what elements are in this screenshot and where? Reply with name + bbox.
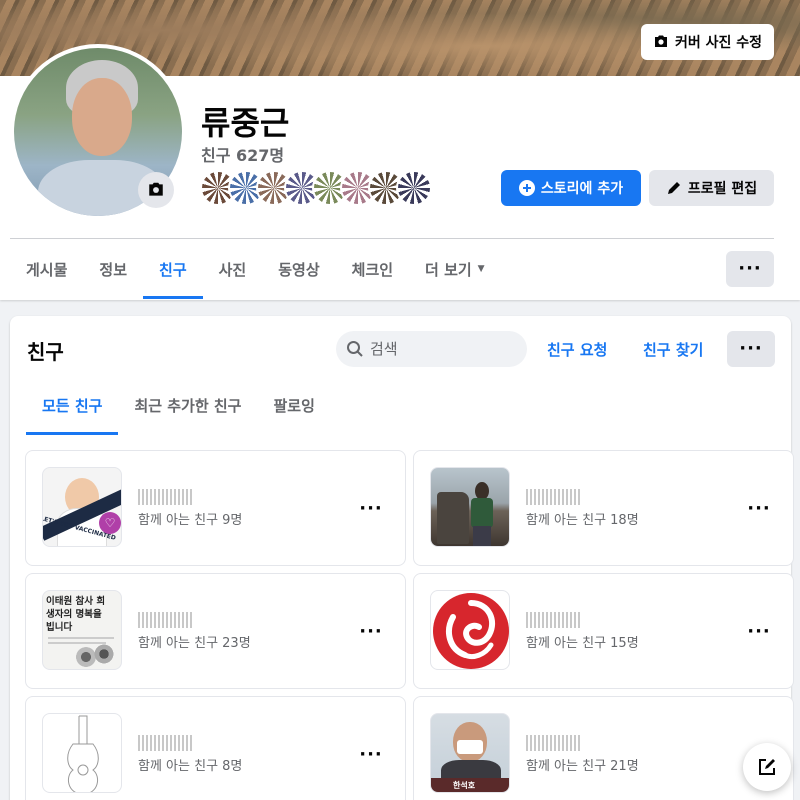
new-message-button[interactable]: [743, 743, 791, 791]
friend-name-redacted[interactable]: [138, 735, 192, 751]
compose-icon: [759, 759, 775, 775]
friends-more-button[interactable]: ···: [727, 331, 775, 367]
friends-search-input[interactable]: [370, 340, 510, 358]
tab-checkins[interactable]: 체크인: [336, 239, 409, 299]
more-dots-icon: ···: [747, 621, 771, 642]
mutual-friends-count[interactable]: 함께 아는 친구 8명: [138, 755, 242, 774]
plus-circle-icon: [518, 180, 535, 196]
mutual-friends-count[interactable]: 함께 아는 친구 21명: [526, 755, 639, 774]
memorial-text: 이태원 참사 희생자의 명복을 빕니다: [46, 596, 106, 633]
more-dots-icon: ···: [359, 498, 383, 519]
friend-options-button[interactable]: ···: [745, 495, 773, 523]
friend-avatars-strip[interactable]: [200, 170, 432, 206]
friend-name-redacted[interactable]: [138, 612, 192, 628]
add-story-button[interactable]: 스토리에 추가: [501, 170, 641, 206]
profile-more-options-button[interactable]: ···: [726, 251, 774, 287]
friend-options-button[interactable]: ···: [357, 495, 385, 523]
friends-subtabs: 모든 친구 최근 추가한 친구 팔로잉: [26, 376, 331, 435]
tab-photos[interactable]: 사진: [203, 239, 263, 299]
friend-name-redacted[interactable]: [138, 489, 192, 505]
subtab-recently-added[interactable]: 최근 추가한 친구: [118, 376, 257, 435]
edit-cover-button[interactable]: 커버 사진 수정: [640, 24, 774, 60]
friend-photo[interactable]: 한석호: [430, 713, 510, 793]
tab-about[interactable]: 정보: [83, 239, 143, 299]
friend-card[interactable]: 이태원 참사 희생자의 명복을 빕니다 함께 아는 친구 23명 ···: [25, 573, 406, 689]
more-dots-icon: ···: [738, 258, 762, 279]
more-dots-icon: ···: [747, 498, 771, 519]
friend-name-redacted[interactable]: [526, 612, 580, 628]
friend-photo[interactable]: 이태원 참사 희생자의 명복을 빕니다: [42, 590, 122, 670]
tab-more[interactable]: 더 보기 ▼: [409, 239, 501, 299]
mutual-friends-count[interactable]: 함께 아는 친구 23명: [138, 632, 251, 651]
profile-tabs: 게시물 정보 친구 사진 동영상 체크인 더 보기 ▼: [10, 239, 501, 299]
more-dots-icon: ···: [739, 338, 763, 359]
subtab-following[interactable]: 팔로잉: [257, 376, 330, 435]
friends-search[interactable]: [336, 331, 527, 367]
camera-icon: [654, 35, 667, 47]
friend-name-redacted[interactable]: [526, 735, 580, 751]
more-dots-icon: ···: [359, 621, 383, 642]
more-dots-icon: ···: [359, 744, 383, 765]
add-story-label: 스토리에 추가: [540, 181, 624, 197]
tab-more-label: 더 보기: [425, 260, 472, 279]
friend-photo[interactable]: [42, 713, 122, 793]
find-friends-link[interactable]: 친구 찾기: [643, 331, 703, 367]
friend-count[interactable]: 친구 627명: [201, 142, 284, 166]
search-icon: [347, 341, 363, 357]
edit-profile-label: 프로필 편집: [687, 181, 758, 197]
edit-cover-label: 커버 사진 수정: [674, 35, 762, 51]
friend-card[interactable]: LET'S GET VACCINATED ♡ 함께 아는 친구 9명 ···: [25, 450, 406, 566]
pencil-icon: [667, 182, 680, 194]
heart-badge-icon: ♡: [99, 512, 121, 534]
friend-name-redacted[interactable]: [526, 489, 580, 505]
subtab-all-friends[interactable]: 모든 친구: [26, 376, 119, 435]
caret-down-icon: ▼: [477, 264, 485, 274]
person-caption-label: 한석호: [453, 781, 476, 790]
avatar-camera-button[interactable]: [138, 172, 174, 208]
mutual-friends-count[interactable]: 함께 아는 친구 9명: [138, 509, 242, 528]
profile-header: 커버 사진 수정 류중근 친구 627명 스토리에 추가 프로필 편집 게시물 …: [0, 0, 800, 300]
edit-profile-button[interactable]: 프로필 편집: [649, 170, 774, 206]
friend-mini-avatar[interactable]: [396, 170, 432, 206]
friend-card[interactable]: 함께 아는 친구 15명 ···: [413, 573, 794, 689]
friend-options-button[interactable]: ···: [745, 618, 773, 646]
camera-icon: [149, 182, 163, 196]
friend-card[interactable]: 함께 아는 친구 18명 ···: [413, 450, 794, 566]
friend-options-button[interactable]: ···: [357, 618, 385, 646]
friend-photo[interactable]: [430, 590, 510, 670]
friend-photo[interactable]: [430, 467, 510, 547]
tab-videos[interactable]: 동영상: [262, 239, 335, 299]
rose-logo-icon: [433, 593, 509, 669]
mutual-friends-count[interactable]: 함께 아는 친구 15명: [526, 632, 639, 651]
guitar-sketch-icon: [67, 715, 99, 792]
friend-options-button[interactable]: ···: [357, 741, 385, 769]
friends-section: 친구 친구 요청 친구 찾기 ··· 모든 친구 최근 추가한 친구 팔로잉 L…: [10, 316, 794, 800]
friend-requests-link[interactable]: 친구 요청: [547, 331, 607, 367]
mutual-friends-count[interactable]: 함께 아는 친구 18명: [526, 509, 639, 528]
friend-card[interactable]: 함께 아는 친구 8명 ···: [25, 696, 406, 800]
friends-section-title: 친구: [27, 340, 64, 364]
profile-name: 류중근: [201, 104, 290, 142]
tab-posts[interactable]: 게시물: [10, 239, 83, 299]
friend-card[interactable]: 한석호 함께 아는 친구 21명 ···: [413, 696, 794, 800]
tab-friends[interactable]: 친구: [143, 239, 203, 299]
friend-photo[interactable]: LET'S GET VACCINATED ♡: [42, 467, 122, 547]
